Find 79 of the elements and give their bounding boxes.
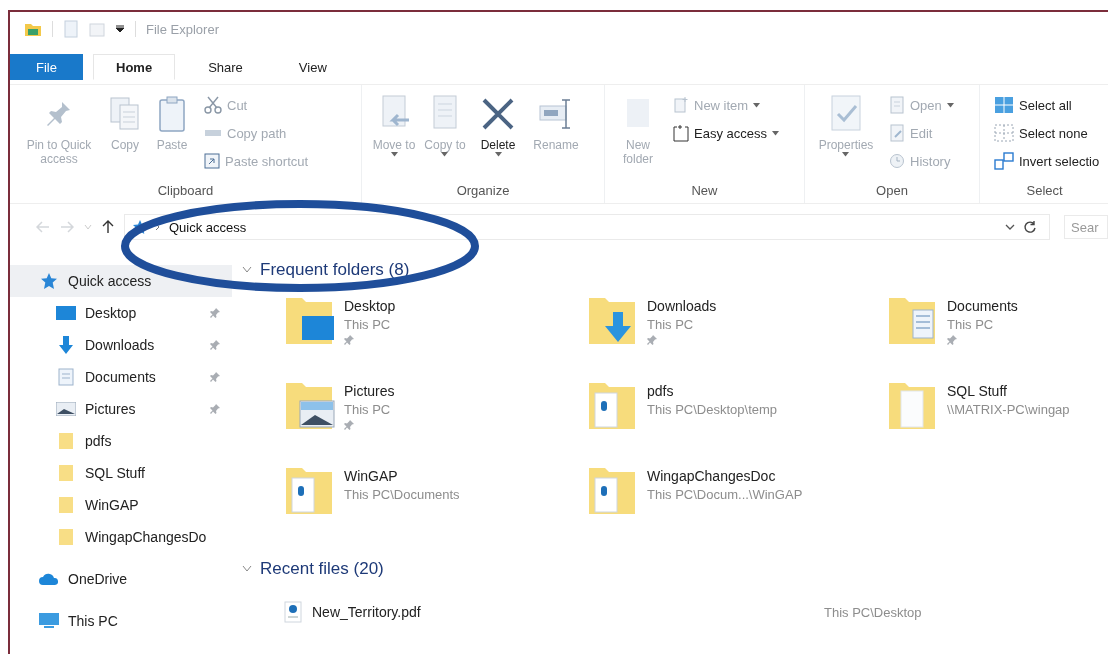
- folder-path: This PC\Documents: [344, 487, 460, 502]
- ribbon-button[interactable]: Easy access: [673, 119, 779, 147]
- search-field[interactable]: Sear: [1064, 215, 1108, 239]
- select-none-icon: [994, 124, 1014, 142]
- caret-icon[interactable]: [1005, 223, 1015, 231]
- monitor-icon: [39, 613, 59, 629]
- picture-icon: [56, 402, 76, 416]
- ribbon-button[interactable]: Delete: [470, 89, 526, 184]
- up-arrow-icon[interactable]: [102, 220, 114, 234]
- ribbon-group-label: Clipboard: [156, 183, 215, 201]
- invert-selection-icon: [994, 152, 1014, 170]
- bracket-icon: [673, 124, 689, 142]
- document-icon: [889, 124, 905, 142]
- sidebar-item[interactable]: WinGAP: [10, 489, 232, 521]
- file-menu-tab[interactable]: File: [10, 54, 83, 80]
- delete-icon: [480, 96, 516, 132]
- down-arrow-icon: [58, 336, 74, 354]
- folder-path: This PC\Docum...\WinGAP: [647, 487, 803, 502]
- app-folder-icon[interactable]: [24, 21, 42, 37]
- pdf-file-icon[interactable]: [284, 601, 302, 623]
- folder-path: \\MATRIX-PC\wingap: [947, 402, 1070, 417]
- refresh-icon[interactable]: [1023, 220, 1037, 234]
- sidebar-item[interactable]: SQL Stuff: [10, 457, 232, 489]
- folder-path: This PC: [344, 402, 392, 417]
- sidebar-item[interactable]: Documents: [10, 361, 232, 393]
- sidebar-item[interactable]: Downloads: [10, 329, 232, 361]
- new-item-icon: [673, 96, 689, 114]
- copy-icon: [109, 96, 141, 132]
- folder-path: This PC: [647, 317, 695, 332]
- ribbon-tab[interactable]: View: [275, 54, 350, 80]
- breadcrumb[interactable]: Quick access: [169, 219, 247, 235]
- ribbon-button[interactable]: Select all: [994, 91, 1100, 119]
- scissors-icon: [204, 96, 222, 114]
- cloud-icon: [39, 573, 59, 585]
- sidebar-item[interactable]: Desktop: [10, 297, 232, 329]
- sidebar-item[interactable]: Quick access: [10, 265, 232, 297]
- folder-name[interactable]: Downloads: [647, 298, 717, 314]
- ribbon-tab[interactable]: Share: [185, 54, 266, 80]
- folder-path: This PC: [947, 317, 995, 332]
- ribbon-group-label: Open: [875, 183, 909, 201]
- select-all-icon: [994, 96, 1014, 114]
- section-heading[interactable]: Recent files (20): [260, 559, 384, 579]
- folder-name[interactable]: Pictures: [344, 383, 395, 399]
- caret-icon[interactable]: [115, 25, 125, 33]
- checked-document-icon: [828, 94, 864, 134]
- folder-name[interactable]: pdfs: [647, 383, 778, 399]
- folder-path: This PC: [344, 317, 392, 332]
- chevron-icon: [155, 223, 161, 231]
- ribbon-button[interactable]: Invert selectio: [994, 147, 1100, 175]
- sidebar-item[interactable]: WingapChangesDo: [10, 521, 232, 553]
- sidebar-item[interactable]: Pictures: [10, 393, 232, 425]
- ribbon-group-label: Organize: [455, 183, 511, 201]
- section-heading[interactable]: Frequent folders (8): [260, 260, 410, 280]
- folder-name[interactable]: SQL Stuff: [947, 383, 1070, 399]
- sidebar-item[interactable]: This PC: [10, 605, 232, 637]
- ribbon-group-label: Select: [1025, 183, 1064, 201]
- sidebar-item[interactable]: pdfs: [10, 425, 232, 457]
- pin-icon: [45, 99, 73, 129]
- ribbon-group-label: New: [690, 183, 719, 201]
- folder-name[interactable]: Documents: [947, 298, 1018, 314]
- folder-name[interactable]: Desktop: [344, 298, 396, 314]
- star-icon: [41, 273, 57, 289]
- chevron-down-icon[interactable]: [242, 565, 252, 573]
- file-path: This PC\Desktop: [824, 604, 923, 620]
- folder-name[interactable]: WinGAP: [344, 468, 460, 484]
- clipboard-icon: [157, 95, 187, 133]
- sidebar-item[interactable]: OneDrive: [10, 563, 232, 595]
- document-icon: [58, 368, 74, 386]
- shortcut-icon: [204, 153, 220, 169]
- folder-path: This PC\Desktop\temp: [647, 402, 778, 417]
- clock-icon: [889, 153, 905, 169]
- document-icon: [889, 96, 905, 114]
- file-name[interactable]: New_Territory.pdf: [312, 604, 824, 620]
- desktop-icon: [56, 306, 76, 320]
- window-title: File Explorer: [146, 21, 219, 37]
- chevron-down-icon[interactable]: [242, 266, 252, 274]
- folder-name[interactable]: WingapChangesDoc: [647, 468, 803, 484]
- ribbon-button[interactable]: Select none: [994, 119, 1100, 147]
- ribbon-tab[interactable]: Home: [93, 54, 176, 80]
